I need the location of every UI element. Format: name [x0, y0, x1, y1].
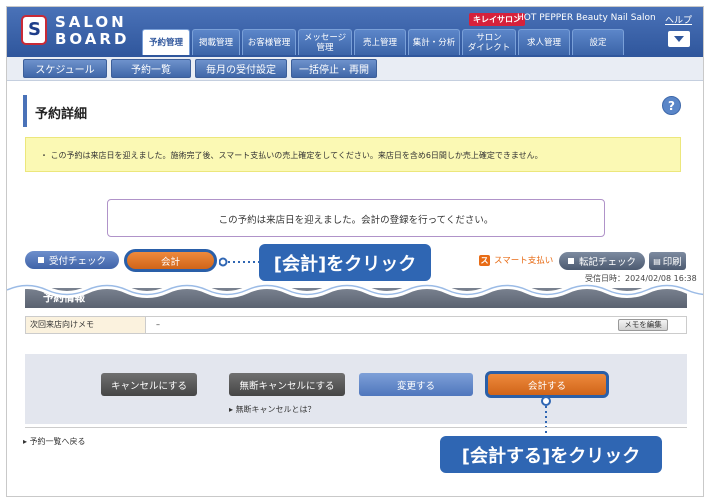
memo-edit-button[interactable]: メモを編集 — [618, 319, 668, 331]
noshow-help-text: 無断キャンセルとは？ — [235, 405, 316, 414]
print-icon: ▤ — [653, 256, 661, 266]
subtab-monthly-settings[interactable]: 毎月の受付設定 — [195, 59, 287, 78]
checkout-button-top[interactable]: 会計 — [124, 249, 217, 272]
tab-listing-management[interactable]: 掲載管理 — [192, 29, 240, 55]
tab-recruitment[interactable]: 求人管理 — [518, 29, 570, 55]
square-icon — [37, 257, 44, 263]
checkout-button[interactable]: 会計する — [485, 371, 609, 398]
wave-divider — [7, 282, 703, 298]
print-button[interactable]: ▤ 印刷 — [649, 252, 686, 270]
reception-check-button[interactable]: 受付チェック — [25, 251, 119, 269]
sub-nav: スケジュール 予約一覧 毎月の受付設定 一括停止・再開 — [7, 57, 703, 81]
logo-text: SALON BOARD — [55, 14, 129, 48]
tab-reservation-management[interactable]: 予約管理 — [142, 29, 190, 55]
logo-text-line-1: SALON — [55, 13, 127, 31]
smart-pay-link[interactable]: ス スマート支払い — [479, 254, 553, 266]
subtab-reservation-list[interactable]: 予約一覧 — [111, 59, 191, 78]
back-to-list-link[interactable]: ▸ 予約一覧へ戻る — [23, 436, 86, 447]
notice-box: ・ この予約は来店日を迎えました。施術完了後、スマート支払いの売上確定をしてくだ… — [25, 137, 681, 172]
subtab-schedule[interactable]: スケジュール — [23, 59, 107, 78]
title-accent-bar — [23, 95, 27, 127]
nav-dropdown-button[interactable] — [668, 31, 690, 47]
tab-sales-management[interactable]: 売上管理 — [354, 29, 406, 55]
help-link[interactable]: ヘルプ — [665, 13, 692, 26]
message-box: この予約は来店日を迎えました。会計の登録を行ってください。 — [107, 199, 605, 237]
print-label: 印刷 — [662, 257, 682, 268]
app-window: S SALON BOARD キレイサロン HOT PEPPER Beauty N… — [6, 6, 704, 497]
callout-connector-bottom — [541, 396, 551, 437]
notice-text: ・ この予約は来店日を迎えました。施術完了後、スマート支払いの売上確定をしてくだ… — [40, 151, 543, 160]
memo-row: 次回来店向けメモ – メモを編集 — [25, 316, 687, 334]
tab-settings[interactable]: 設定 — [572, 29, 624, 55]
back-link-text: 予約一覧へ戻る — [29, 437, 86, 446]
transfer-check-label: 転記チェック — [578, 257, 636, 268]
tab-salon-direct[interactable]: サロン ダイレクト — [462, 29, 516, 55]
callout-connector-top — [219, 257, 259, 267]
smart-pay-icon: ス — [479, 254, 490, 266]
noshow-help-link[interactable]: ▸ 無断キャンセルとは？ — [229, 404, 316, 415]
brand-name: HOT PEPPER Beauty Nail Salon — [517, 13, 656, 23]
transfer-check-button[interactable]: 転記チェック — [559, 252, 645, 270]
noshow-cancel-button[interactable]: 無断キャンセルにする — [229, 373, 345, 396]
tab-analytics[interactable]: 集計・分析 — [408, 29, 460, 55]
main-nav: 予約管理 掲載管理 お客様管理 メッセージ 管理 売上管理 集計・分析 サロン … — [142, 29, 624, 55]
memo-value: – — [156, 320, 160, 329]
tab-customer-management[interactable]: お客様管理 — [242, 29, 296, 55]
callout-click-checkout: [会計]をクリック — [259, 244, 431, 281]
reception-check-label: 受付チェック — [48, 256, 106, 267]
square-icon — [567, 258, 574, 264]
logo-text-line-2: BOARD — [55, 30, 130, 48]
notice-message: この予約は来店日を迎えました。施術完了後、スマート支払いの売上確定をしてください… — [50, 151, 543, 160]
smart-pay-label: スマート支払い — [494, 256, 554, 266]
callout-click-checkout-submit: [会計する]をクリック — [440, 436, 662, 473]
help-icon[interactable]: ? — [662, 96, 681, 115]
divider — [25, 427, 687, 428]
tab-message-management[interactable]: メッセージ 管理 — [298, 29, 352, 55]
cancel-button[interactable]: キャンセルにする — [101, 373, 197, 396]
salon-board-logo-icon: S — [21, 15, 47, 45]
subtab-bulk-stop-resume[interactable]: 一括停止・再開 — [291, 59, 377, 78]
chevron-down-icon — [674, 36, 684, 42]
memo-label: 次回来店向けメモ — [26, 317, 146, 333]
change-button[interactable]: 変更する — [359, 373, 473, 396]
header: S SALON BOARD キレイサロン HOT PEPPER Beauty N… — [7, 7, 703, 57]
message-text: この予約は来店日を迎えました。会計の登録を行ってください。 — [218, 215, 494, 226]
page-title: 予約詳細 — [35, 107, 88, 122]
